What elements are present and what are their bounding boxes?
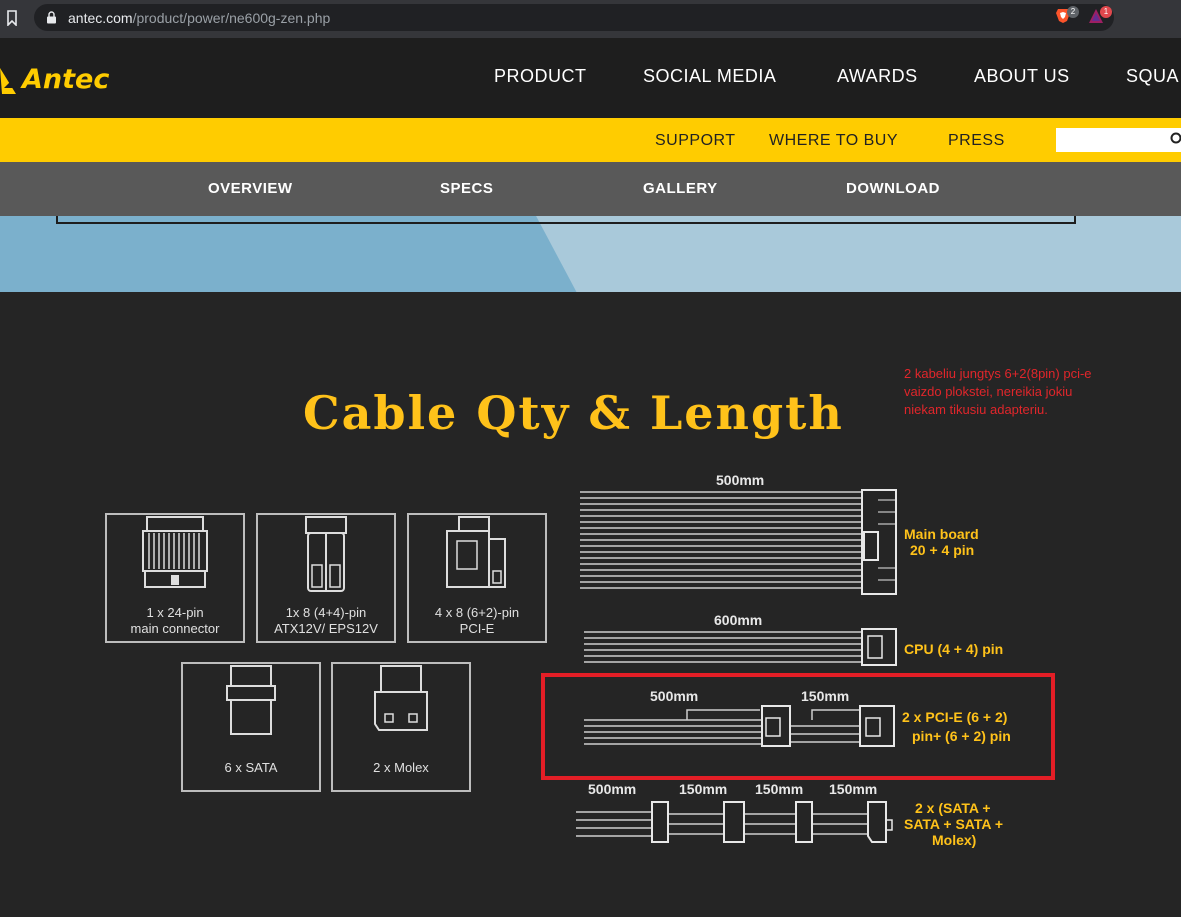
antec-logo[interactable]: Antec <box>0 58 160 98</box>
cpu-cable-drawing <box>584 628 897 666</box>
pcie-connector-icon <box>446 516 506 588</box>
tab-specs[interactable]: SPECS <box>440 180 493 197</box>
nav-product[interactable]: PRODUCT <box>494 66 587 87</box>
rewards-count-badge: 1 <box>1100 6 1112 18</box>
connector-label-cpu: 1x 8 (4+4)-pin <box>285 605 367 620</box>
nav-squad[interactable]: SQUA <box>1126 66 1179 87</box>
url-text: antec.com/product/power/ne600g-zen.php <box>68 10 330 26</box>
search-input[interactable] <box>1056 128 1181 152</box>
nav-press[interactable]: PRESS <box>948 132 1005 150</box>
connector-sublabel-cpu: ATX12V/ EPS12V <box>274 621 378 636</box>
product-tabs: OVERVIEW SPECS GALLERY DOWNLOAD <box>0 162 1181 216</box>
user-annotation: 2 kabeliu jungtys 6+2(8pin) pci-e vaizdo… <box>904 366 1092 417</box>
browser-toolbar: antec.com/product/power/ne600g-zen.php 2… <box>0 0 1181 38</box>
cable-label-sata-1: 2 x (SATA + <box>915 800 991 816</box>
cable-section: Cable Qty & Length 2 kabeliu jungtys 6+2… <box>0 292 1181 917</box>
nav-about-us[interactable]: ABOUT US <box>974 66 1070 87</box>
hero-frame <box>56 216 1076 224</box>
sata-molex-cable-drawing <box>576 801 893 843</box>
tab-overview[interactable]: OVERVIEW <box>208 180 293 197</box>
connector-card-cpu: 1x 8 (4+4)-pin ATX12V/ EPS12V <box>256 513 396 643</box>
tab-download[interactable]: DOWNLOAD <box>846 180 940 197</box>
url-host: antec.com <box>68 10 133 26</box>
cable-label-main-1: Main board <box>904 526 979 542</box>
connector-card-molex: 2 x Molex <box>331 662 471 792</box>
connector-card-sata: 6 x SATA <box>181 662 321 792</box>
tab-gallery[interactable]: GALLERY <box>643 180 718 197</box>
connector-sublabel-pcie: PCI-E <box>459 621 495 636</box>
cpu-8pin-connector-icon <box>305 516 347 592</box>
nav-where-to-buy[interactable]: WHERE TO BUY <box>769 132 898 150</box>
shields-count-badge: 2 <box>1067 6 1079 18</box>
nav-support[interactable]: SUPPORT <box>655 132 736 150</box>
connector-sublabel-24pin: main connector <box>130 621 220 636</box>
site-header: Antec PRODUCT SOCIAL MEDIA AWARDS ABOUT … <box>0 38 1181 118</box>
svg-text:Antec: Antec <box>20 64 109 95</box>
connector-label-pcie: 4 x 8 (6+2)-pin <box>434 605 520 620</box>
hero-shape <box>525 216 1181 292</box>
connector-label-molex: 2 x Molex <box>373 760 429 775</box>
search-icon[interactable] <box>1170 132 1181 146</box>
cable-length-sata-3: 150mm <box>755 781 804 797</box>
cable-length-sata-4: 150mm <box>829 781 878 797</box>
main-board-cable-drawing <box>580 489 897 595</box>
nav-social-media[interactable]: SOCIAL MEDIA <box>643 66 776 87</box>
connector-label-sata: 6 x SATA <box>224 760 278 775</box>
bookmark-icon[interactable] <box>6 10 18 26</box>
cable-length-main: 500mm <box>716 472 765 488</box>
cable-label-cpu: CPU (4 + 4) pin <box>904 641 1004 657</box>
hero-banner <box>0 216 1181 292</box>
cable-label-sata-3: Molex) <box>932 832 977 848</box>
url-path: /product/power/ne600g-zen.php <box>132 10 331 26</box>
atx-24pin-connector-icon <box>142 516 208 588</box>
connector-card-24pin: 1 x 24-pin main connector <box>105 513 245 643</box>
address-bar[interactable]: antec.com/product/power/ne600g-zen.php <box>34 4 1114 31</box>
molex-connector-icon <box>374 665 428 731</box>
cable-length-cpu: 600mm <box>714 612 763 628</box>
lock-icon <box>47 11 56 24</box>
sata-connector-icon <box>226 665 276 735</box>
section-title: Cable Qty & Length <box>303 386 844 440</box>
sub-navigation: SUPPORT WHERE TO BUY PRESS <box>0 118 1181 162</box>
connector-label-24pin: 1 x 24-pin <box>146 605 204 620</box>
nav-awards[interactable]: AWARDS <box>837 66 918 87</box>
highlight-box <box>541 673 1055 780</box>
cable-label-sata-2: SATA + SATA + <box>904 816 1004 832</box>
cable-label-main-2: 20 + 4 pin <box>910 542 975 558</box>
cable-length-sata-1: 500mm <box>588 781 637 797</box>
cable-length-sata-2: 150mm <box>679 781 728 797</box>
connector-card-pcie: 4 x 8 (6+2)-pin PCI-E <box>407 513 547 643</box>
